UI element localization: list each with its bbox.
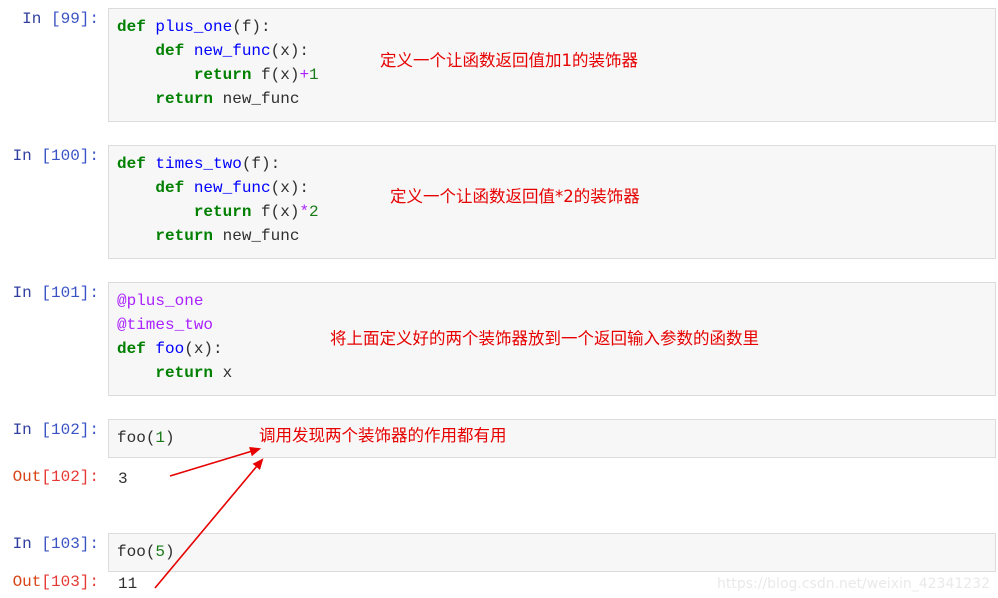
output-cell: Out[102]: 3 bbox=[0, 466, 998, 492]
output-prompt: Out[102]: bbox=[0, 466, 108, 488]
code-token: @plus_one bbox=[117, 292, 204, 310]
input-prompt-label: In bbox=[22, 10, 42, 28]
code-token: 1 bbox=[309, 66, 319, 84]
code-token: foo bbox=[155, 340, 185, 358]
input-prompt-label: In bbox=[12, 421, 32, 439]
code-token: (x): bbox=[270, 42, 310, 60]
output-prompt-label: Out bbox=[12, 468, 42, 486]
code-token: f(x) bbox=[251, 66, 300, 84]
input-prompt-label: In bbox=[12, 284, 32, 302]
code-token: return bbox=[193, 203, 252, 221]
code-line: def times_two(f): bbox=[117, 152, 987, 176]
code-token: ( bbox=[145, 543, 156, 561]
output-prompt-number: [102]: bbox=[41, 468, 99, 486]
code-line: foo(1) bbox=[117, 426, 987, 450]
code-token: def bbox=[117, 155, 156, 173]
input-prompt-number: [103]: bbox=[41, 535, 99, 553]
code-token: 1 bbox=[155, 429, 166, 447]
code-token: @times_two bbox=[117, 316, 214, 334]
output-prompt: Out[103]: bbox=[0, 571, 108, 593]
code-token: ) bbox=[165, 429, 175, 447]
code-token: 2 bbox=[309, 203, 319, 221]
code-text[interactable]: foo(5) bbox=[117, 540, 987, 564]
input-prompt-label: In bbox=[12, 535, 32, 553]
code-token: return bbox=[155, 364, 214, 382]
input-prompt: In [100]: bbox=[0, 145, 108, 167]
watermark-text: https://blog.csdn.net/weixin_42341232 bbox=[716, 576, 990, 592]
code-line: def plus_one(f): bbox=[117, 15, 987, 39]
code-cell[interactable]: In [103]: foo(5) bbox=[0, 533, 998, 572]
code-input-area[interactable]: foo(1) bbox=[108, 419, 996, 458]
code-token: new_func bbox=[193, 179, 271, 197]
annotation-text: 调用发现两个装饰器的作用都有用 bbox=[259, 426, 507, 445]
code-token: new_func bbox=[213, 227, 300, 245]
code-token: ( bbox=[145, 429, 156, 447]
code-token: def bbox=[117, 340, 156, 358]
code-token: x bbox=[213, 364, 233, 382]
annotation-text: 将上面定义好的两个装饰器放到一个返回输入参数的函数里 bbox=[330, 329, 759, 348]
input-prompt-number: [100]: bbox=[41, 147, 99, 165]
code-token: return bbox=[155, 227, 214, 245]
input-prompt: In [99]: bbox=[0, 8, 108, 30]
code-token: (x): bbox=[184, 340, 223, 358]
code-token: return bbox=[155, 90, 214, 108]
code-token: ) bbox=[165, 543, 175, 561]
code-token: times_two bbox=[155, 155, 242, 173]
code-line: foo(5) bbox=[117, 540, 987, 564]
code-token: plus_one bbox=[155, 18, 233, 36]
code-token: new_func bbox=[213, 90, 300, 108]
code-line: return new_func bbox=[117, 224, 987, 248]
code-token: (f): bbox=[232, 18, 271, 36]
code-token: f(x) bbox=[251, 203, 300, 221]
code-token: def bbox=[155, 42, 194, 60]
output-prompt-label: Out bbox=[12, 573, 42, 591]
code-token: foo bbox=[117, 543, 146, 561]
output-area: 3 bbox=[108, 466, 998, 492]
code-token: def bbox=[117, 18, 156, 36]
code-token: 5 bbox=[155, 543, 166, 561]
code-line: return x bbox=[117, 361, 987, 385]
jupyter-notebook: In [99]: def plus_one(f): def new_func(x)… bbox=[0, 0, 998, 598]
input-prompt: In [101]: bbox=[0, 282, 108, 304]
code-token: def bbox=[155, 179, 194, 197]
code-line: return new_func bbox=[117, 87, 987, 111]
code-token: + bbox=[299, 66, 310, 84]
code-token: * bbox=[299, 203, 310, 221]
input-prompt-number: [102]: bbox=[41, 421, 99, 439]
code-input-area[interactable]: foo(5) bbox=[108, 533, 996, 572]
input-prompt-number: [101]: bbox=[41, 284, 99, 302]
input-prompt-number: [99]: bbox=[50, 10, 99, 28]
input-prompt: In [103]: bbox=[0, 533, 108, 555]
code-token: foo bbox=[117, 429, 146, 447]
annotation-text: 定义一个让函数返回值加1的装饰器 bbox=[380, 51, 638, 70]
input-prompt: In [102]: bbox=[0, 419, 108, 441]
code-token: return bbox=[193, 66, 252, 84]
code-token: new_func bbox=[193, 42, 271, 60]
code-line: @plus_one bbox=[117, 289, 987, 313]
code-text[interactable]: foo(1) bbox=[117, 426, 987, 450]
output-prompt-number: [103]: bbox=[41, 573, 99, 591]
code-token: (f): bbox=[241, 155, 281, 173]
input-prompt-label: In bbox=[12, 147, 32, 165]
annotation-text: 定义一个让函数返回值*2的装饰器 bbox=[390, 187, 640, 206]
code-token: (x): bbox=[270, 179, 310, 197]
output-value: 3 bbox=[118, 470, 128, 488]
